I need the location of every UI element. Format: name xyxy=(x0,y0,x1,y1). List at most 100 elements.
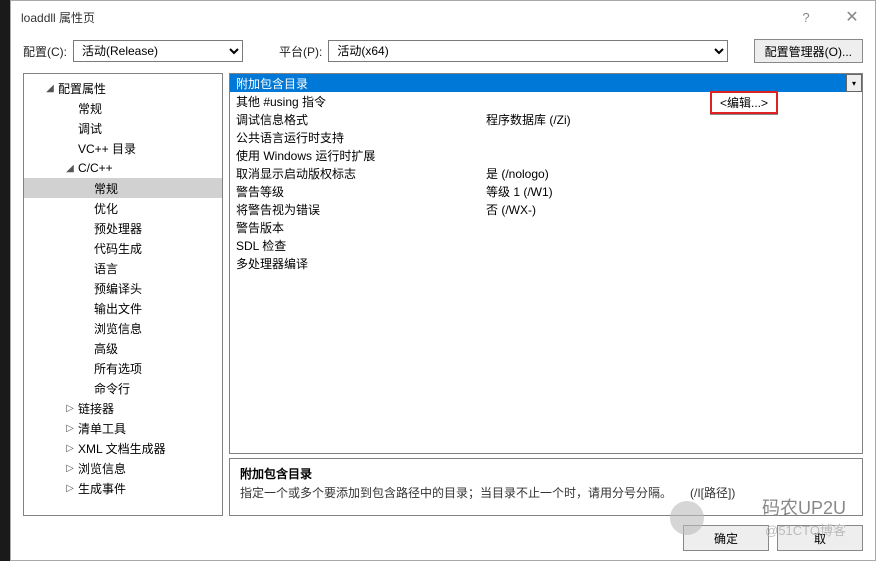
tree-item-label: C/C++ xyxy=(76,161,113,175)
tree-item[interactable]: ▷链接器 xyxy=(24,398,222,418)
property-value[interactable] xyxy=(480,146,862,164)
tree-item[interactable]: 代码生成 xyxy=(24,238,222,258)
tree-scroll[interactable]: ◢配置属性常规调试VC++ 目录◢C/C++常规优化预处理器代码生成语言预编译头… xyxy=(24,74,222,515)
dialog-body: ◢配置属性常规调试VC++ 目录◢C/C++常规优化预处理器代码生成语言预编译头… xyxy=(11,69,875,516)
property-value[interactable]: 是 (/nologo) xyxy=(480,164,862,182)
config-manager-button[interactable]: 配置管理器(O)... xyxy=(754,39,863,63)
property-row[interactable]: 取消显示启动版权标志是 (/nologo) xyxy=(230,164,862,182)
toolbar: 配置(C): 活动(Release) 平台(P): 活动(x64) 配置管理器(… xyxy=(11,33,875,69)
cancel-button[interactable]: 取 xyxy=(777,525,863,551)
tree-item-label: 输出文件 xyxy=(92,300,142,317)
property-value[interactable]: 等级 1 (/W1) xyxy=(480,182,862,200)
property-row[interactable]: SDL 检查 xyxy=(230,236,862,254)
chevron-right-icon: ▷ xyxy=(64,443,76,454)
tree-item[interactable]: 所有选项 xyxy=(24,358,222,378)
tree-item[interactable]: ▷清单工具 xyxy=(24,418,222,438)
grid-dropdown-button[interactable]: ▾ xyxy=(846,74,862,92)
window-title: loaddll 属性页 xyxy=(21,9,95,26)
tree-item[interactable]: VC++ 目录 xyxy=(24,138,222,158)
tree-item-label: 所有选项 xyxy=(92,360,142,377)
description-body: 指定一个或多个要添加到包含路径中的目录；当目录不止一个时，请用分号分隔。 (/I… xyxy=(240,484,852,501)
property-value[interactable] xyxy=(480,236,862,254)
property-row[interactable]: 附加包含目录 xyxy=(230,74,862,92)
property-row[interactable]: 警告版本 xyxy=(230,218,862,236)
tree-item[interactable]: 预编译头 xyxy=(24,278,222,298)
tree-item-label: 常规 xyxy=(92,180,118,197)
tree-item[interactable]: 预处理器 xyxy=(24,218,222,238)
property-value[interactable] xyxy=(480,254,862,272)
tree-item-label: 高级 xyxy=(92,340,118,357)
tree-item-label: 配置属性 xyxy=(56,80,106,97)
property-row[interactable]: 公共语言运行时支持 xyxy=(230,128,862,146)
property-name: 警告等级 xyxy=(230,182,480,200)
config-select[interactable]: 活动(Release) xyxy=(73,40,243,62)
chevron-down-icon: ◢ xyxy=(64,163,76,174)
tree-item-label: 调试 xyxy=(76,120,102,137)
property-name: 将警告视为错误 xyxy=(230,200,480,218)
tree-item-label: 命令行 xyxy=(92,380,130,397)
property-row[interactable]: 使用 Windows 运行时扩展 xyxy=(230,146,862,164)
tree-item[interactable]: 调试 xyxy=(24,118,222,138)
chevron-down-icon: ◢ xyxy=(44,83,56,94)
tree-item[interactable]: 常规 xyxy=(24,178,222,198)
tree-item[interactable]: ▷XML 文档生成器 xyxy=(24,438,222,458)
property-name: 使用 Windows 运行时扩展 xyxy=(230,146,480,164)
tree-item[interactable]: 常规 xyxy=(24,98,222,118)
property-name: SDL 检查 xyxy=(230,236,480,254)
property-name: 多处理器编译 xyxy=(230,254,480,272)
property-value[interactable]: 程序数据库 (/Zi) xyxy=(480,110,862,128)
property-value[interactable] xyxy=(480,74,862,92)
footer: 确定 取 xyxy=(11,516,875,560)
tree-item-label: 链接器 xyxy=(76,400,114,417)
tree-item-label: 清单工具 xyxy=(76,420,126,437)
tree-item-label: 预编译头 xyxy=(92,280,142,297)
tree-item[interactable]: 优化 xyxy=(24,198,222,218)
tree-item-label: 浏览信息 xyxy=(76,460,126,477)
tree-item-label: 代码生成 xyxy=(92,240,142,257)
property-grid: 附加包含目录其他 #using 指令调试信息格式程序数据库 (/Zi)公共语言运… xyxy=(229,73,863,454)
tree-item-label: 浏览信息 xyxy=(92,320,142,337)
close-button[interactable]: ✕ xyxy=(829,1,875,33)
tree-item[interactable]: ◢配置属性 xyxy=(24,78,222,98)
property-value[interactable] xyxy=(480,92,862,110)
tree-item[interactable]: ▷生成事件 xyxy=(24,478,222,498)
tree-item[interactable]: 输出文件 xyxy=(24,298,222,318)
tree-item-label: 生成事件 xyxy=(76,480,126,497)
tree-item[interactable]: ▷浏览信息 xyxy=(24,458,222,478)
property-row[interactable]: 警告等级等级 1 (/W1) xyxy=(230,182,862,200)
property-value[interactable] xyxy=(480,218,862,236)
property-name: 取消显示启动版权标志 xyxy=(230,164,480,182)
property-name: 警告版本 xyxy=(230,218,480,236)
property-name: 其他 #using 指令 xyxy=(230,92,480,110)
platform-select[interactable]: 活动(x64) xyxy=(328,40,728,62)
watermark-avatar-icon xyxy=(670,501,704,535)
chevron-right-icon: ▷ xyxy=(64,483,76,494)
property-name: 调试信息格式 xyxy=(230,110,480,128)
chevron-right-icon: ▷ xyxy=(64,403,76,414)
tree-item[interactable]: 语言 xyxy=(24,258,222,278)
tree-item-label: VC++ 目录 xyxy=(76,140,136,157)
edit-dropdown-item[interactable]: <编辑...> xyxy=(710,91,778,114)
tree-pane: ◢配置属性常规调试VC++ 目录◢C/C++常规优化预处理器代码生成语言预编译头… xyxy=(23,73,223,516)
help-button[interactable]: ? xyxy=(783,1,829,33)
property-page-dialog: loaddll 属性页 ? ✕ 配置(C): 活动(Release) 平台(P)… xyxy=(10,0,876,561)
tree-item[interactable]: 高级 xyxy=(24,338,222,358)
description-box: 附加包含目录 指定一个或多个要添加到包含路径中的目录；当目录不止一个时，请用分号… xyxy=(229,458,863,516)
description-title: 附加包含目录 xyxy=(240,465,852,482)
property-name: 附加包含目录 xyxy=(230,74,480,92)
platform-label: 平台(P): xyxy=(279,43,322,60)
property-row[interactable]: 多处理器编译 xyxy=(230,254,862,272)
tree-item[interactable]: ◢C/C++ xyxy=(24,158,222,178)
property-value[interactable] xyxy=(480,128,862,146)
config-tree: ◢配置属性常规调试VC++ 目录◢C/C++常规优化预处理器代码生成语言预编译头… xyxy=(24,74,222,502)
chevron-right-icon: ▷ xyxy=(64,463,76,474)
tree-item[interactable]: 命令行 xyxy=(24,378,222,398)
tree-item-label: 语言 xyxy=(92,260,118,277)
right-pane: 附加包含目录其他 #using 指令调试信息格式程序数据库 (/Zi)公共语言运… xyxy=(229,73,863,516)
titlebar: loaddll 属性页 ? ✕ xyxy=(11,1,875,33)
property-value[interactable]: 否 (/WX-) xyxy=(480,200,862,218)
tree-item-label: 预处理器 xyxy=(92,220,142,237)
tree-item[interactable]: 浏览信息 xyxy=(24,318,222,338)
property-row[interactable]: 将警告视为错误否 (/WX-) xyxy=(230,200,862,218)
tree-item-label: 优化 xyxy=(92,200,118,217)
